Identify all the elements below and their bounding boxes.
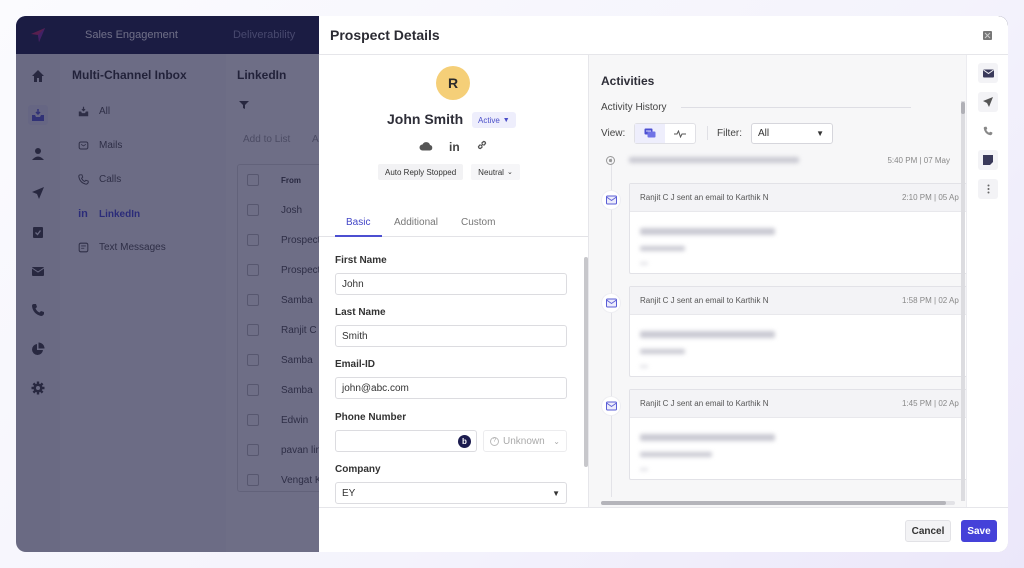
company-value: EY (342, 487, 356, 499)
first-name-field[interactable]: John (335, 273, 567, 295)
sentiment-dropdown[interactable]: Neutral ⌄ (471, 164, 520, 180)
app-window: Sales Engagement Deliverability Multi-Ch… (16, 16, 1008, 552)
prospect-profile-panel: R John Smith Active ▼ in Auto Reply Stopp… (319, 55, 588, 507)
activity-time: 1:45 PM | 02 Ap (902, 399, 959, 408)
phone-icon[interactable] (978, 121, 998, 141)
status-value: Active (478, 115, 500, 125)
activity-description: Ranjit C J sent an email to Karthik N (640, 399, 769, 408)
event-time: 5:40 PM | 07 May (887, 156, 950, 165)
activity-event[interactable]: 5:40 PM | 07 May (589, 153, 959, 171)
caret-down-icon: ▼ (816, 129, 824, 138)
phone-type-value: Unknown (503, 435, 545, 447)
avatar: R (436, 66, 470, 100)
redacted-body (640, 468, 648, 471)
prospect-details-modal: Prospect Details R John Smith Active ▼ in… (319, 16, 1008, 552)
quick-actions-rail (966, 55, 1008, 507)
activity-time: 2:10 PM | 05 Ap (902, 193, 959, 202)
email-event-icon (602, 191, 620, 209)
modal-header: Prospect Details (319, 16, 1008, 55)
horizontal-scrollbar-thumb[interactable] (601, 501, 946, 505)
eye-icon (605, 155, 616, 166)
caret-down-icon: ▼ (502, 116, 510, 124)
redacted-body (640, 246, 685, 251)
company-select[interactable]: EY ▼ (335, 482, 567, 504)
active-tab-indicator (335, 235, 382, 237)
email-event-icon (602, 397, 620, 415)
activity-history-label: Activity History (601, 102, 667, 113)
tab-custom[interactable]: Custom (461, 217, 495, 228)
activity-card-header: Ranjit C J sent an email to Karthik N 1:… (630, 390, 966, 418)
redacted-text (629, 157, 799, 163)
redacted-subject (640, 228, 775, 235)
chat-view-icon[interactable] (635, 124, 665, 143)
redacted-body (640, 262, 648, 265)
cloud-icon[interactable] (419, 138, 433, 156)
prospect-name: John Smith (387, 111, 464, 127)
mail-icon[interactable] (978, 63, 998, 83)
filter-value: All (758, 128, 770, 139)
activity-card[interactable]: Ranjit C J sent an email to Karthik N 1:… (629, 286, 966, 377)
pulse-view-icon[interactable] (665, 124, 695, 143)
detail-tabs: Basic Additional Custom (319, 197, 588, 237)
note-icon[interactable] (978, 150, 998, 170)
filter-select[interactable]: All ▼ (751, 123, 833, 144)
vertical-scrollbar-thumb[interactable] (961, 102, 965, 114)
tab-basic[interactable]: Basic (346, 217, 370, 228)
last-name-field[interactable]: Smith (335, 325, 567, 347)
activity-card[interactable]: Ranjit C J sent an email to Karthik N 2:… (629, 183, 966, 274)
email-field[interactable]: john@abc.com (335, 377, 567, 399)
more-options-icon[interactable] (978, 179, 998, 199)
help-circle-icon: ? (490, 436, 499, 446)
view-label: View: (601, 128, 626, 139)
tab-additional[interactable]: Additional (394, 217, 438, 228)
divider (707, 126, 708, 140)
redacted-body (640, 365, 648, 368)
link-icon[interactable] (476, 138, 488, 156)
chevron-down-icon: ⌄ (553, 436, 560, 446)
sentiment-value: Neutral (478, 167, 504, 177)
close-icon[interactable] (980, 28, 994, 42)
divider (681, 107, 911, 108)
redacted-body (640, 452, 712, 457)
email-event-icon (602, 294, 620, 312)
chevron-down-icon: ⌄ (506, 169, 513, 176)
activity-card-header: Ranjit C J sent an email to Karthik N 2:… (630, 184, 966, 212)
send-icon[interactable] (978, 92, 998, 112)
linkedin-icon[interactable]: in (449, 140, 460, 154)
activities-panel: Activities Activity History View: Filter… (588, 55, 966, 507)
modal-footer: Cancel Save (319, 507, 1008, 552)
activity-time: 1:58 PM | 02 Ap (902, 296, 959, 305)
auto-reply-chip[interactable]: Auto Reply Stopped (378, 164, 464, 180)
phone-label: Phone Number (335, 412, 407, 423)
phone-type-dropdown[interactable]: ? Unknown ⌄ (483, 430, 567, 452)
email-label: Email-ID (335, 359, 376, 370)
profile-links: in (419, 138, 488, 156)
activity-description: Ranjit C J sent an email to Karthik N (640, 193, 769, 202)
filter-label: Filter: (717, 128, 742, 139)
redacted-subject (640, 434, 775, 441)
activities-title: Activities (601, 74, 655, 88)
activity-card[interactable]: Ranjit C J sent an email to Karthik N 1:… (629, 389, 966, 480)
status-dropdown[interactable]: Active ▼ (472, 112, 516, 128)
phone-provider-icon[interactable]: b (458, 435, 471, 448)
prospect-chips: Auto Reply Stopped Neutral ⌄ (378, 164, 520, 180)
redacted-body (640, 349, 685, 354)
company-label: Company (335, 464, 381, 475)
activity-card-header: Ranjit C J sent an email to Karthik N 1:… (630, 287, 966, 315)
activity-description: Ranjit C J sent an email to Karthik N (640, 296, 769, 305)
caret-down-icon: ▼ (552, 488, 560, 498)
last-name-label: Last Name (335, 307, 386, 318)
phone-field[interactable]: b (335, 430, 477, 452)
cancel-button[interactable]: Cancel (905, 520, 951, 542)
view-switch (634, 123, 696, 144)
modal-title: Prospect Details (330, 27, 440, 43)
redacted-subject (640, 331, 775, 338)
vertical-scrollbar-track[interactable] (961, 101, 965, 501)
save-button[interactable]: Save (961, 520, 997, 542)
first-name-label: First Name (335, 255, 387, 266)
